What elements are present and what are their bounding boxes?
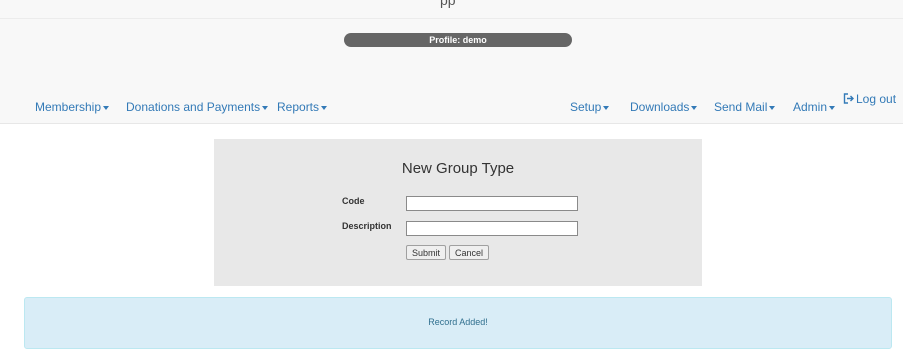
profile-badge: Profile: demo bbox=[344, 33, 572, 47]
nav-setup-label: Setup bbox=[570, 100, 602, 114]
caret-down-icon bbox=[321, 105, 328, 110]
nav-downloads[interactable]: Downloads bbox=[630, 100, 698, 114]
caret-down-icon bbox=[603, 105, 610, 110]
nav-admin-label: Admin bbox=[793, 100, 828, 114]
nav-setup[interactable]: Setup bbox=[570, 100, 610, 114]
nav-reports[interactable]: Reports bbox=[277, 100, 328, 114]
description-label: Description bbox=[342, 221, 392, 231]
header-divider bbox=[0, 18, 903, 19]
caret-down-icon bbox=[103, 105, 110, 110]
nav-send-mail-label: Send Mail bbox=[714, 100, 768, 114]
header-band: pp Profile: demo Membership Donations an… bbox=[0, 0, 903, 124]
submit-button[interactable]: Submit bbox=[406, 245, 447, 260]
nav-donations-label: Donations and Payments bbox=[126, 100, 261, 114]
nav-membership[interactable]: Membership bbox=[35, 100, 110, 114]
description-input[interactable] bbox=[406, 221, 578, 236]
nav-membership-label: Membership bbox=[35, 100, 102, 114]
logout-link[interactable]: Log out bbox=[843, 92, 896, 106]
nav-reports-label: Reports bbox=[277, 100, 320, 114]
code-input[interactable] bbox=[406, 196, 578, 211]
caret-down-icon bbox=[262, 105, 269, 110]
success-alert: Record Added! bbox=[24, 297, 892, 349]
caret-down-icon bbox=[769, 105, 776, 110]
nav-send-mail[interactable]: Send Mail bbox=[714, 100, 776, 114]
nav-admin[interactable]: Admin bbox=[793, 100, 836, 114]
logout-label: Log out bbox=[856, 92, 897, 106]
alert-message: Record Added! bbox=[428, 317, 488, 327]
log-out-icon bbox=[843, 93, 854, 104]
form-title: New Group Type bbox=[401, 160, 515, 177]
caret-down-icon bbox=[829, 105, 836, 110]
code-label: Code bbox=[342, 196, 365, 206]
cancel-button[interactable]: Cancel bbox=[449, 245, 490, 260]
nav-downloads-label: Downloads bbox=[630, 100, 690, 114]
nav-donations-and-payments[interactable]: Donations and Payments bbox=[126, 100, 269, 114]
new-group-type-panel: New Group Type Code Description Submit C… bbox=[214, 139, 702, 286]
caret-down-icon bbox=[691, 105, 698, 110]
app-title: pp bbox=[440, 0, 456, 8]
